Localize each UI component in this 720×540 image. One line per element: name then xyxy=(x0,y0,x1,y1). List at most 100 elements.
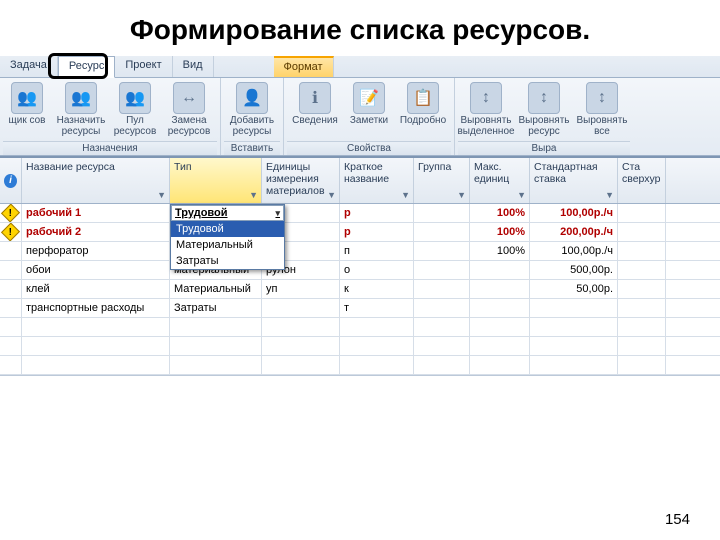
btn-replace-resources[interactable]: ↔Замена ресурсов xyxy=(161,80,217,137)
type-dropdown-input[interactable]: Трудовой▾ xyxy=(171,205,284,221)
btn-team-planner[interactable]: 👥щик сов xyxy=(3,80,51,137)
group-level-title: Выра xyxy=(458,141,630,155)
cell-type[interactable]: Затраты xyxy=(170,299,262,317)
type-dropdown[interactable]: Трудовой▾ТрудовойМатериальныйЗатраты xyxy=(170,204,285,270)
note-icon: 📝 xyxy=(353,82,385,114)
cell-unit[interactable] xyxy=(262,299,340,317)
cell-name[interactable]: рабочий 1 xyxy=(22,204,170,222)
cell-max[interactable] xyxy=(470,299,530,317)
table-row[interactable]: перфоратор п 100%100,00р./ч xyxy=(0,242,720,261)
table-row[interactable]: обоиматериальныйрулоно500,00р. xyxy=(0,261,720,280)
cell-group[interactable] xyxy=(414,299,470,317)
cell-max[interactable]: 100% xyxy=(470,223,530,241)
cell-overtime[interactable] xyxy=(618,261,666,279)
details-icon: 📋 xyxy=(407,82,439,114)
chevron-down-icon: ▼ xyxy=(249,190,258,200)
cell-group[interactable] xyxy=(414,223,470,241)
type-dropdown-option[interactable]: Трудовой xyxy=(171,221,284,237)
btn-level-all[interactable]: ↕Выровнять все xyxy=(574,80,630,137)
type-dropdown-option[interactable]: Материальный xyxy=(171,237,284,253)
cell-overtime[interactable] xyxy=(618,280,666,298)
cell-max[interactable]: 100% xyxy=(470,204,530,222)
chevron-down-icon: ▼ xyxy=(327,190,336,200)
warning-icon xyxy=(1,204,20,222)
ribbon-tabs: Задача Ресурс Проект Вид Формат xyxy=(0,56,720,78)
cell-overtime[interactable] xyxy=(618,223,666,241)
type-dropdown-list: ТрудовойМатериальныйЗатраты xyxy=(171,221,284,269)
btn-resource-pool[interactable]: 👥Пул ресурсов xyxy=(111,80,159,137)
table-row[interactable]: рабочий 2 р 100%200,00р./ч xyxy=(0,223,720,242)
cell-rate[interactable]: 100,00р./ч xyxy=(530,242,618,260)
chevron-down-icon: ▼ xyxy=(457,190,466,200)
cell-indicator xyxy=(0,223,22,241)
group-properties-title: Свойства xyxy=(287,141,451,155)
btn-notes[interactable]: 📝Заметки xyxy=(345,80,393,127)
col-name[interactable]: Название ресурса▼ xyxy=(22,158,170,203)
table-row[interactable]: транспортные расходыЗатраты т xyxy=(0,299,720,318)
btn-details[interactable]: 📋Подробно xyxy=(395,80,451,127)
cell-name[interactable]: обои xyxy=(22,261,170,279)
cell-short[interactable]: р xyxy=(340,223,414,241)
level-icon: ↕ xyxy=(528,82,560,114)
btn-add-resources[interactable]: 👤Добавить ресурсы xyxy=(224,80,280,137)
cell-overtime[interactable] xyxy=(618,242,666,260)
cell-type[interactable]: Материальный xyxy=(170,280,262,298)
btn-assign-resources[interactable]: 👥Назначить ресурсы xyxy=(53,80,109,137)
cell-short[interactable]: т xyxy=(340,299,414,317)
cell-rate[interactable]: 50,00р. xyxy=(530,280,618,298)
chevron-down-icon: ▼ xyxy=(157,190,166,200)
cell-short[interactable]: о xyxy=(340,261,414,279)
col-overtime[interactable]: Ста сверхур xyxy=(618,158,666,203)
group-insert-title: Вставить xyxy=(224,141,280,155)
cell-rate[interactable] xyxy=(530,299,618,317)
cell-indicator xyxy=(0,299,22,317)
tab-format[interactable]: Формат xyxy=(274,56,334,77)
btn-level-selection[interactable]: ↕Выровнять выделенное xyxy=(458,80,514,137)
tab-resource[interactable]: Ресурс xyxy=(58,56,115,78)
cell-group[interactable] xyxy=(414,261,470,279)
cell-rate[interactable]: 200,00р./ч xyxy=(530,223,618,241)
cell-name[interactable]: клей xyxy=(22,280,170,298)
cell-short[interactable]: р xyxy=(340,204,414,222)
cell-group[interactable] xyxy=(414,204,470,222)
col-short[interactable]: Краткое название▼ xyxy=(340,158,414,203)
slide-title: Формирование списка ресурсов. xyxy=(0,0,720,56)
cell-name[interactable]: рабочий 2 xyxy=(22,223,170,241)
cell-max[interactable] xyxy=(470,261,530,279)
cell-group[interactable] xyxy=(414,242,470,260)
chevron-down-icon: ▼ xyxy=(401,190,410,200)
cell-group[interactable] xyxy=(414,280,470,298)
col-group[interactable]: Группа▼ xyxy=(414,158,470,203)
chevron-down-icon: ▼ xyxy=(517,190,526,200)
cell-rate[interactable]: 100,00р./ч xyxy=(530,204,618,222)
cell-max[interactable] xyxy=(470,280,530,298)
table-row[interactable]: клейМатериальныйупк 50,00р. xyxy=(0,280,720,299)
btn-level-resource[interactable]: ↕Выровнять ресурс xyxy=(516,80,572,137)
cell-name[interactable]: транспортные расходы xyxy=(22,299,170,317)
col-max[interactable]: Макс. единиц▼ xyxy=(470,158,530,203)
cell-overtime[interactable] xyxy=(618,204,666,222)
info-icon xyxy=(4,174,17,188)
tab-project[interactable]: Проект xyxy=(115,56,172,77)
ribbon-body: 👥щик сов 👥Назначить ресурсы 👥Пул ресурсо… xyxy=(0,78,720,156)
tab-task[interactable]: Задача xyxy=(0,56,58,77)
cell-short[interactable]: п xyxy=(340,242,414,260)
table-row[interactable]: рабочий 1Трудовой▾ТрудовойМатериальныйЗа… xyxy=(0,204,720,223)
type-dropdown-option[interactable]: Затраты xyxy=(171,253,284,269)
col-indicator[interactable] xyxy=(0,158,22,203)
tab-view[interactable]: Вид xyxy=(173,56,214,77)
cell-type[interactable]: Трудовой▾ТрудовойМатериальныйЗатраты xyxy=(170,204,262,222)
col-type[interactable]: Тип▼ xyxy=(170,158,262,203)
cell-max[interactable]: 100% xyxy=(470,242,530,260)
cell-rate[interactable]: 500,00р. xyxy=(530,261,618,279)
btn-information[interactable]: ℹСведения xyxy=(287,80,343,127)
col-rate[interactable]: Стандартная ставка▼ xyxy=(530,158,618,203)
grid-body: рабочий 1Трудовой▾ТрудовойМатериальныйЗа… xyxy=(0,204,720,318)
cell-short[interactable]: к xyxy=(340,280,414,298)
person-add-icon: 👤 xyxy=(236,82,268,114)
col-unit[interactable]: Единицы измерения материалов▼ xyxy=(262,158,340,203)
cell-name[interactable]: перфоратор xyxy=(22,242,170,260)
cell-unit[interactable]: уп xyxy=(262,280,340,298)
cell-overtime[interactable] xyxy=(618,299,666,317)
page-number: 154 xyxy=(665,511,690,528)
